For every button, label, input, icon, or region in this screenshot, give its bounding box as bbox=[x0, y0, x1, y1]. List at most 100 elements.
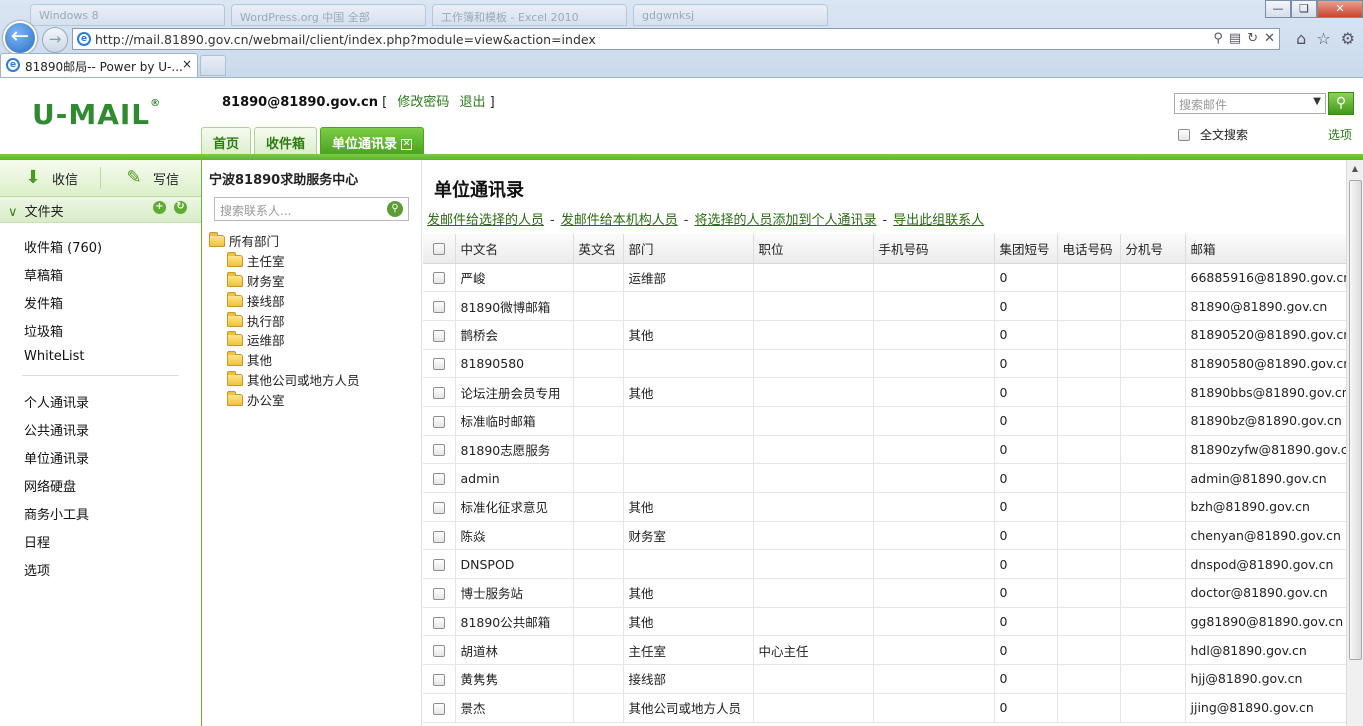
row-checkbox[interactable] bbox=[432, 301, 445, 314]
table-row[interactable]: 81890微博邮箱 0 81890@81890.gov.cn bbox=[423, 291, 1346, 321]
row-checkbox[interactable] bbox=[432, 473, 445, 486]
sidebar-item-whitelist[interactable]: WhiteList bbox=[0, 343, 201, 371]
column-header[interactable]: 英文名 bbox=[572, 234, 623, 264]
row-checkbox[interactable] bbox=[432, 530, 445, 543]
logout-link[interactable]: 退出 bbox=[459, 95, 485, 110]
tree-node[interactable]: 运维部 bbox=[227, 330, 285, 349]
tree-node[interactable]: 其他 bbox=[227, 350, 272, 369]
receive-button[interactable]: ⬇ 收信 bbox=[0, 160, 100, 196]
sidebar-item-calendar[interactable]: 日程 bbox=[0, 526, 201, 554]
refresh-icon[interactable]: ↻ bbox=[1247, 31, 1258, 46]
sidebar-item-netdisk[interactable]: 网络硬盘 bbox=[0, 470, 201, 498]
row-checkbox[interactable] bbox=[432, 616, 445, 629]
change-password-link[interactable]: 修改密码 bbox=[397, 95, 449, 110]
search-button[interactable]: ⚲ bbox=[1328, 92, 1354, 115]
address-bar[interactable]: e http://mail.81890.gov.cn/webmail/clien… bbox=[72, 28, 1280, 50]
table-row[interactable]: 博士服务站 其他 0 doctor@81890.gov.cn bbox=[423, 578, 1346, 608]
table-row[interactable]: 81890志愿服务 0 81890zyfw@81890.gov.cn bbox=[423, 435, 1346, 465]
refresh-icon[interactable]: ↻ bbox=[174, 201, 187, 214]
table-row[interactable]: 标准临时邮箱 0 81890bz@81890.gov.cn bbox=[423, 406, 1346, 436]
column-header[interactable]: 中文名 bbox=[454, 234, 573, 264]
dropdown-arrow-icon[interactable]: ▼ bbox=[1313, 96, 1321, 107]
vertical-scrollbar[interactable]: ▲ bbox=[1346, 160, 1363, 726]
row-checkbox[interactable] bbox=[432, 415, 445, 428]
close-tab-icon[interactable]: ✕ bbox=[401, 139, 413, 150]
background-tab[interactable]: gdgwnksj bbox=[633, 4, 828, 26]
scroll-up-icon[interactable]: ▲ bbox=[1347, 160, 1363, 177]
close-tab-icon[interactable]: × bbox=[182, 57, 192, 71]
search-icon[interactable]: ⚲ bbox=[1213, 31, 1223, 46]
mail-selected-link[interactable]: 发邮件给选择的人员 bbox=[427, 213, 544, 228]
tree-node[interactable]: 财务室 bbox=[227, 271, 285, 290]
tree-node-root[interactable]: 所有部门 bbox=[209, 231, 279, 250]
mail-search-input[interactable]: 搜索邮件 ▼ bbox=[1174, 93, 1326, 114]
row-checkbox[interactable] bbox=[432, 587, 445, 600]
row-checkbox[interactable] bbox=[432, 673, 445, 686]
background-tab[interactable]: 工作簿和模板 - Excel 2010 bbox=[432, 4, 627, 26]
stop-icon[interactable]: ✕ bbox=[1264, 31, 1275, 46]
background-tab[interactable]: Windows 8 bbox=[30, 4, 225, 26]
minimize-icon[interactable]: — bbox=[1265, 0, 1291, 18]
column-header[interactable]: 集团短号 bbox=[993, 234, 1057, 264]
forward-button[interactable]: → bbox=[42, 27, 68, 53]
back-button[interactable]: ← bbox=[3, 21, 37, 55]
table-row[interactable]: 黄隽隽 接线部 0 hjj@81890.gov.cn bbox=[423, 664, 1346, 694]
table-row[interactable]: 论坛注册会员专用 其他 0 81890bbs@81890.gov.cn bbox=[423, 377, 1346, 407]
table-row[interactable]: 标准化征求意见 其他 0 bzh@81890.gov.cn bbox=[423, 492, 1346, 522]
tab-home[interactable]: 首页 bbox=[201, 127, 252, 154]
add-to-personal-link[interactable]: 将选择的人员添加到个人通讯录 bbox=[694, 213, 876, 228]
row-checkbox[interactable] bbox=[432, 387, 445, 400]
sidebar-item-public-contacts[interactable]: 公共通讯录 bbox=[0, 414, 201, 442]
column-header[interactable]: 手机号码 bbox=[872, 234, 994, 264]
row-checkbox[interactable] bbox=[432, 272, 445, 285]
table-row[interactable]: 陈焱 财务室 0 chenyan@81890.gov.cn bbox=[423, 521, 1346, 551]
row-checkbox[interactable] bbox=[432, 444, 445, 457]
export-group-link[interactable]: 导出此组联系人 bbox=[893, 213, 984, 228]
column-header[interactable]: 职位 bbox=[752, 234, 873, 264]
row-checkbox[interactable] bbox=[432, 329, 445, 342]
sidebar-item-org-contacts[interactable]: 单位通讯录 bbox=[0, 442, 201, 470]
column-header[interactable]: 部门 bbox=[622, 234, 753, 264]
tab-org-contacts[interactable]: 单位通讯录 ✕ bbox=[320, 127, 425, 154]
row-checkbox[interactable] bbox=[432, 559, 445, 572]
tab-inbox[interactable]: 收件箱 bbox=[254, 127, 318, 154]
select-all-checkbox[interactable] bbox=[432, 243, 445, 256]
sidebar-item-business-tools[interactable]: 商务小工具 bbox=[0, 498, 201, 526]
tree-node[interactable]: 接线部 bbox=[227, 291, 285, 310]
table-row[interactable]: 81890公共邮箱 其他 0 gg81890@81890.gov.cn bbox=[423, 607, 1346, 637]
row-checkbox[interactable] bbox=[432, 702, 445, 715]
tree-node[interactable]: 主任室 bbox=[227, 251, 285, 270]
tree-node[interactable]: 其他公司或地方人员 bbox=[227, 370, 360, 389]
table-row[interactable]: admin 0 admin@81890.gov.cn bbox=[423, 463, 1346, 493]
table-row[interactable]: 景杰 其他公司或地方人员 0 jjing@81890.gov.cn bbox=[423, 693, 1346, 723]
sidebar-item-personal-contacts[interactable]: 个人通讯录 bbox=[0, 386, 201, 414]
sidebar-item-sent[interactable]: 发件箱 bbox=[0, 287, 201, 315]
row-checkbox[interactable] bbox=[432, 358, 445, 371]
table-row[interactable]: 鹊桥会 其他 0 81890520@81890.gov.cn bbox=[423, 320, 1346, 350]
options-link[interactable]: 选项 bbox=[1328, 126, 1352, 143]
tree-node[interactable]: 办公室 bbox=[227, 390, 285, 409]
table-row[interactable]: DNSPOD 0 dnspod@81890.gov.cn bbox=[423, 549, 1346, 580]
table-row[interactable]: 81890580 0 81890580@81890.gov.cn bbox=[423, 349, 1346, 379]
close-window-icon[interactable]: ✕ bbox=[1317, 0, 1363, 18]
tree-node[interactable]: 执行部 bbox=[227, 311, 285, 330]
column-header[interactable]: 邮箱 bbox=[1184, 234, 1346, 264]
search-icon[interactable]: ⚲ bbox=[387, 201, 403, 217]
favorites-star-icon[interactable]: ☆ bbox=[1316, 29, 1330, 48]
gear-icon[interactable]: ⚙ bbox=[1341, 29, 1355, 48]
row-checkbox[interactable] bbox=[432, 501, 445, 514]
table-row[interactable]: 严峻 运维部 0 66885916@81890.gov.cn bbox=[423, 263, 1346, 293]
add-folder-icon[interactable]: + bbox=[153, 201, 166, 214]
sidebar-item-inbox[interactable]: 收件箱 (760) bbox=[0, 231, 201, 259]
compose-button[interactable]: ✎ 写信 bbox=[101, 160, 201, 196]
table-row[interactable]: 胡道林 主任室 中心主任 0 hdl@81890.gov.cn bbox=[423, 635, 1346, 666]
sidebar-item-drafts[interactable]: 草稿箱 bbox=[0, 259, 201, 287]
mail-org-link[interactable]: 发邮件给本机构人员 bbox=[561, 213, 678, 228]
sidebar-item-trash[interactable]: 垃圾箱 bbox=[0, 315, 201, 343]
home-icon[interactable]: ⌂ bbox=[1296, 29, 1306, 48]
active-browser-tab[interactable]: e 81890邮局-- Power by U-... × bbox=[0, 53, 198, 77]
row-checkbox[interactable] bbox=[432, 645, 445, 658]
maximize-icon[interactable]: ❏ bbox=[1291, 0, 1317, 18]
background-tab[interactable]: WordPress.org 中国 全部 bbox=[231, 4, 426, 26]
folder-header[interactable]: ∨ 文件夹 + ↻ bbox=[0, 197, 201, 223]
